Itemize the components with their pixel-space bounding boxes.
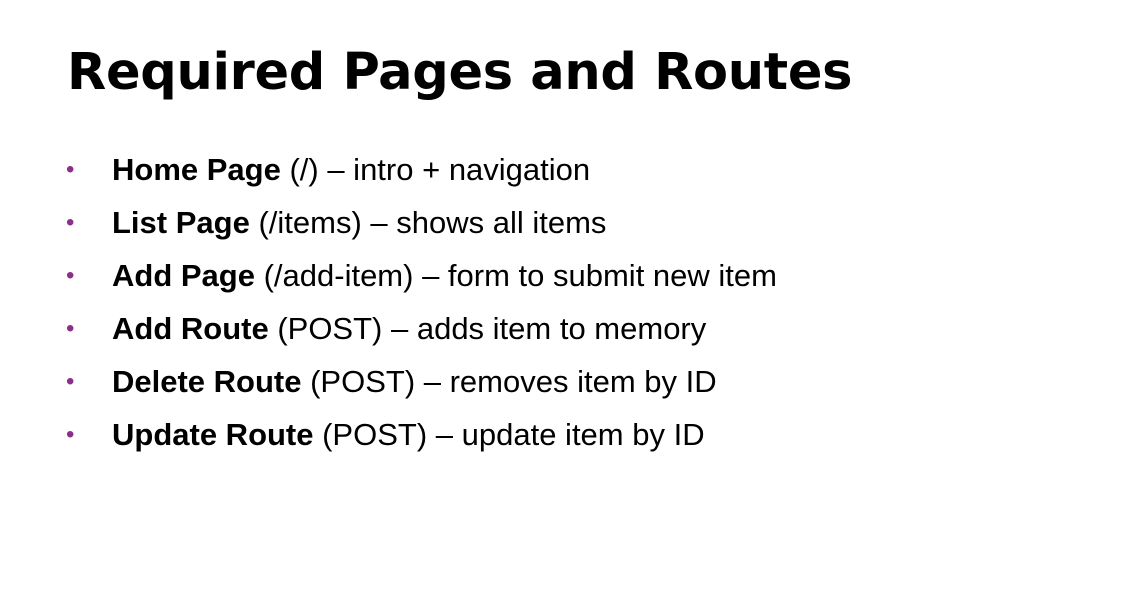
list-item-term: Update Route	[112, 417, 314, 452]
list-item-term: Home Page	[112, 152, 281, 187]
list-item-description: (/items) – shows all items	[249, 205, 607, 240]
bullet-dot-icon: •	[66, 262, 75, 289]
list-item-description: (POST) – update item by ID	[313, 417, 705, 452]
list-item-description: (POST) – removes item by ID	[301, 364, 717, 399]
list-item-text: Add Route (POST) – adds item to memory	[112, 307, 706, 351]
bullet-dot-icon: •	[66, 421, 75, 448]
list-item-text: Update Route (POST) – update item by ID	[112, 413, 705, 457]
list-item-term: Delete Route	[112, 364, 302, 399]
bullet-dot-icon: •	[66, 156, 75, 183]
list-item-text: List Page (/items) – shows all items	[112, 201, 606, 245]
bullet-dot-icon: •	[66, 315, 75, 342]
list-item-term: Add Page	[112, 258, 255, 293]
list-item-text: Home Page (/) – intro + navigation	[112, 148, 590, 192]
slide-title: Required Pages and Routes	[67, 43, 853, 102]
list-item-description: (POST) – adds item to memory	[268, 311, 707, 346]
list-item-text: Add Page (/add-item) – form to submit ne…	[112, 254, 777, 298]
slide: Required Pages and Routes • Home Page (/…	[0, 0, 1144, 615]
list-item-term: List Page	[112, 205, 250, 240]
bullet-dot-icon: •	[66, 209, 75, 236]
bullet-dot-icon: •	[66, 368, 75, 395]
list-item-description: (/) – intro + navigation	[280, 152, 591, 187]
list-item-term: Add Route	[112, 311, 269, 346]
list-item-text: Delete Route (POST) – removes item by ID	[112, 360, 717, 404]
list-item-description: (/add-item) – form to submit new item	[254, 258, 777, 293]
